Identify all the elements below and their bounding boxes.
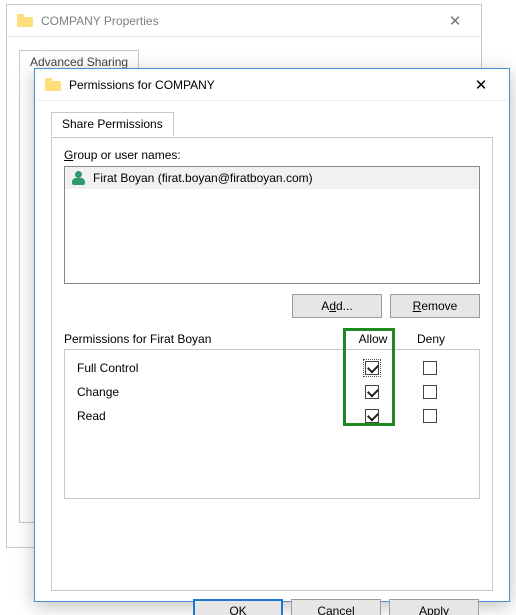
folder-icon [45, 78, 61, 91]
apply-button[interactable]: Apply [389, 599, 479, 615]
checkbox-fullcontrol-allow[interactable] [365, 361, 379, 375]
user-list[interactable]: Firat Boyan (firat.boyan@firatboyan.com) [64, 166, 480, 284]
checkbox-fullcontrol-deny[interactable] [423, 361, 437, 375]
remove-button[interactable]: Remove [390, 294, 480, 318]
permissions-body: Share Permissions Group or user names: F… [35, 101, 509, 615]
folder-icon [17, 14, 33, 27]
share-permissions-panel: Group or user names: Firat Boyan (firat.… [51, 137, 493, 591]
checkbox-read-deny[interactable] [423, 409, 437, 423]
permissions-for-label: Permissions for Firat Boyan [64, 332, 344, 346]
perm-row-change: Change [75, 380, 469, 404]
perm-label: Full Control [75, 361, 343, 375]
checkbox-read-allow[interactable] [365, 409, 379, 423]
perm-row-read: Read [75, 404, 469, 428]
add-button[interactable]: Add... [292, 294, 382, 318]
column-deny: Deny [402, 332, 460, 346]
properties-close-button[interactable]: ✕ [435, 12, 475, 30]
column-allow: Allow [344, 332, 402, 346]
ok-button[interactable]: OK [193, 599, 283, 615]
permissions-header: Permissions for Firat Boyan Allow Deny [64, 332, 480, 346]
user-icon [71, 170, 87, 186]
permissions-window: Permissions for COMPANY ✕ Share Permissi… [34, 68, 510, 602]
permissions-table: Full Control Change Read [64, 349, 480, 499]
properties-titlebar: COMPANY Properties ✕ [7, 5, 481, 37]
close-button[interactable]: ✕ [461, 76, 501, 94]
group-names-label: Group or user names: [64, 148, 480, 162]
perm-label: Read [75, 409, 343, 423]
permissions-title: Permissions for COMPANY [69, 78, 461, 92]
checkbox-change-allow[interactable] [365, 385, 379, 399]
checkbox-change-deny[interactable] [423, 385, 437, 399]
perm-row-full-control: Full Control [75, 356, 469, 380]
tab-share-permissions[interactable]: Share Permissions [51, 112, 174, 136]
cancel-button[interactable]: Cancel [291, 599, 381, 615]
user-display-name: Firat Boyan (firat.boyan@firatboyan.com) [93, 171, 313, 185]
permissions-titlebar: Permissions for COMPANY ✕ [35, 69, 509, 101]
perm-label: Change [75, 385, 343, 399]
properties-title: COMPANY Properties [41, 14, 435, 28]
user-list-item[interactable]: Firat Boyan (firat.boyan@firatboyan.com) [65, 167, 479, 189]
